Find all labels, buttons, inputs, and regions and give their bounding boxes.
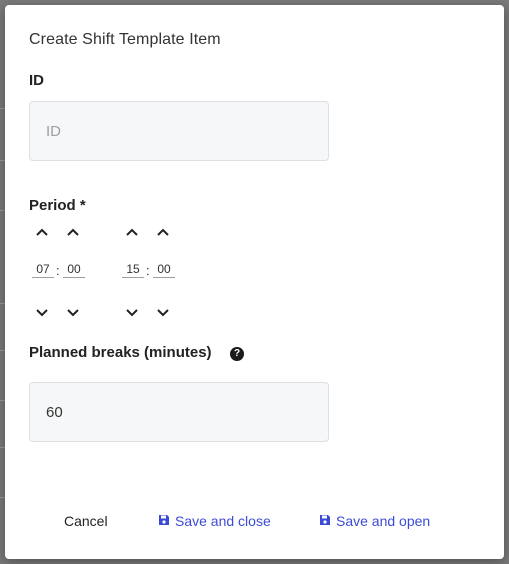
end-minutes-input[interactable]: 00 [153,262,175,278]
save-and-close-label: Save and close [175,513,271,529]
id-input[interactable]: ID [29,101,329,161]
id-placeholder: ID [46,122,61,140]
start-time-separator: : [56,263,60,278]
end-hours-increment-icon[interactable] [121,221,143,243]
start-minutes-input[interactable]: 00 [63,262,85,278]
cancel-label: Cancel [64,513,108,529]
floppy-disk-icon [319,513,331,529]
end-hours-decrement-icon[interactable] [121,302,143,324]
cancel-button[interactable]: Cancel [64,513,108,529]
start-minutes-decrement-icon[interactable] [62,302,84,324]
start-minutes-increment-icon[interactable] [62,221,84,243]
planned-breaks-value: 60 [46,403,63,421]
start-hours-input[interactable]: 07 [32,262,54,278]
create-shift-template-item-dialog: Create Shift Template Item ID ID Period … [5,5,504,559]
floppy-disk-icon [158,513,170,529]
period-label: Period * [29,197,86,214]
end-minutes-increment-icon[interactable] [152,221,174,243]
help-circle-icon[interactable]: ? [230,347,244,361]
start-hours-decrement-icon[interactable] [31,302,53,324]
start-hours-increment-icon[interactable] [31,221,53,243]
planned-breaks-label: Planned breaks (minutes) [29,344,212,361]
save-and-open-label: Save and open [336,513,431,529]
save-and-open-button[interactable]: Save and open [319,513,430,529]
end-minutes-decrement-icon[interactable] [152,302,174,324]
end-time-separator: : [146,263,150,278]
dialog-title: Create Shift Template Item [29,31,221,48]
planned-breaks-input[interactable]: 60 [29,382,329,442]
end-hours-input[interactable]: 15 [122,262,144,278]
id-label: ID [29,72,44,89]
save-and-close-button[interactable]: Save and close [158,513,271,529]
